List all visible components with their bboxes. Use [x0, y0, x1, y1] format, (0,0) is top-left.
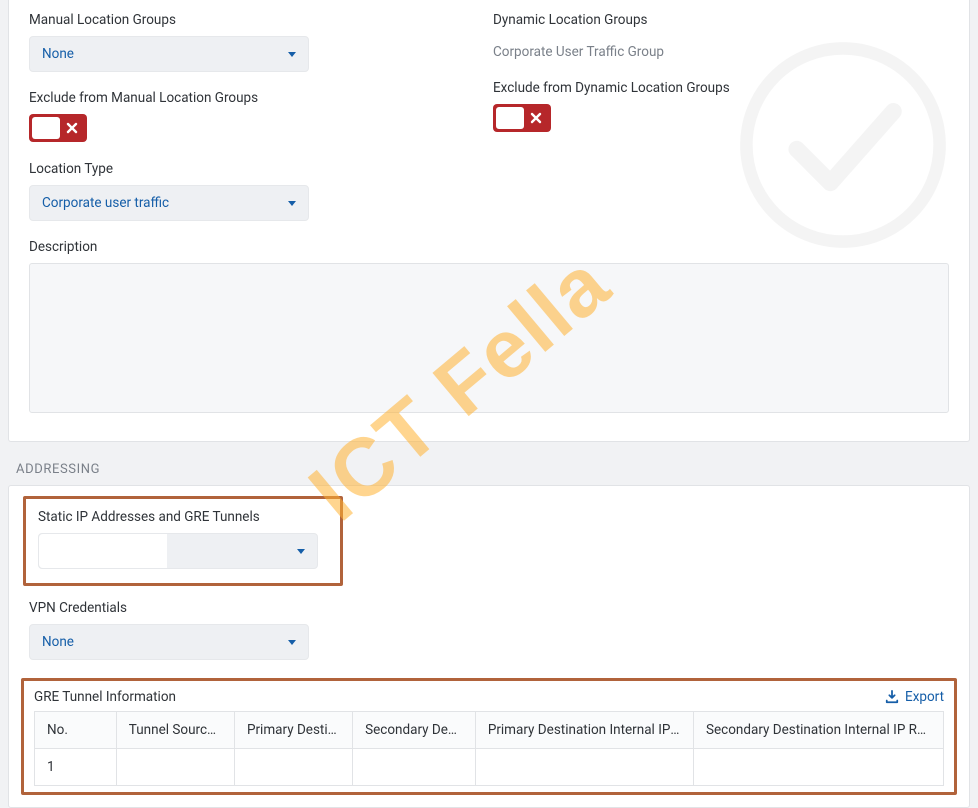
exclude-manual-toggle[interactable] [29, 114, 87, 142]
location-type-select[interactable]: Corporate user traffic [29, 185, 309, 221]
col-secondary-dest: Secondary Destination [353, 712, 476, 749]
general-card: Manual Location Groups None Exclude from… [8, 0, 970, 442]
cell-secondary-dest [353, 749, 476, 786]
static-ip-label: Static IP Addresses and GRE Tunnels [38, 509, 328, 525]
export-button[interactable]: Export [885, 689, 944, 705]
chevron-down-icon [297, 549, 305, 554]
toggle-knob [32, 117, 60, 139]
cell-secondary-internal [693, 749, 943, 786]
download-icon [885, 690, 899, 704]
vpn-credentials-select[interactable]: None [29, 624, 309, 660]
location-type-value: Corporate user traffic [42, 195, 169, 211]
dynamic-location-groups-value: Corporate User Traffic Group [493, 44, 664, 60]
manual-location-groups-select[interactable]: None [29, 36, 309, 72]
col-primary-dest: Primary Destination [234, 712, 352, 749]
gre-table-title: GRE Tunnel Information [34, 689, 176, 705]
col-primary-internal: Primary Destination Internal IP Range [475, 712, 693, 749]
dynamic-location-groups-label: Dynamic Location Groups [493, 12, 949, 28]
static-ip-chip-area [39, 534, 167, 568]
chevron-down-icon [288, 640, 296, 645]
description-label: Description [29, 239, 949, 255]
exclude-manual-label: Exclude from Manual Location Groups [29, 90, 485, 106]
manual-location-groups-label: Manual Location Groups [29, 12, 485, 28]
manual-location-groups-value: None [42, 46, 74, 62]
cell-primary-dest [234, 749, 352, 786]
toggle-knob [496, 107, 524, 129]
cell-tunnel-source [116, 749, 234, 786]
cell-no: 1 [35, 749, 117, 786]
export-label: Export [905, 689, 944, 705]
gre-table-highlight: GRE Tunnel Information Export No. Tunnel… [21, 678, 957, 795]
chevron-down-icon [288, 52, 296, 57]
exclude-dynamic-label: Exclude from Dynamic Location Groups [493, 80, 949, 96]
addressing-heading: ADDRESSING [16, 462, 978, 477]
col-tunnel-source: Tunnel Source IP [116, 712, 234, 749]
exclude-dynamic-toggle[interactable] [493, 104, 551, 132]
chevron-down-icon [288, 201, 296, 206]
vpn-credentials-label: VPN Credentials [29, 600, 949, 616]
vpn-credentials-value: None [42, 634, 74, 650]
table-header-row: No. Tunnel Source IP Primary Destination… [35, 712, 944, 749]
description-textarea[interactable] [29, 263, 949, 413]
static-ip-select[interactable] [38, 533, 318, 569]
close-icon [60, 122, 84, 134]
location-type-label: Location Type [29, 161, 485, 177]
col-no: No. [35, 712, 117, 749]
table-row[interactable]: 1 [35, 749, 944, 786]
col-secondary-internal: Secondary Destination Internal IP Range [693, 712, 943, 749]
close-icon [524, 112, 548, 124]
cell-primary-internal [475, 749, 693, 786]
static-ip-highlight: Static IP Addresses and GRE Tunnels [23, 496, 343, 586]
addressing-card: Static IP Addresses and GRE Tunnels VPN … [8, 485, 970, 808]
